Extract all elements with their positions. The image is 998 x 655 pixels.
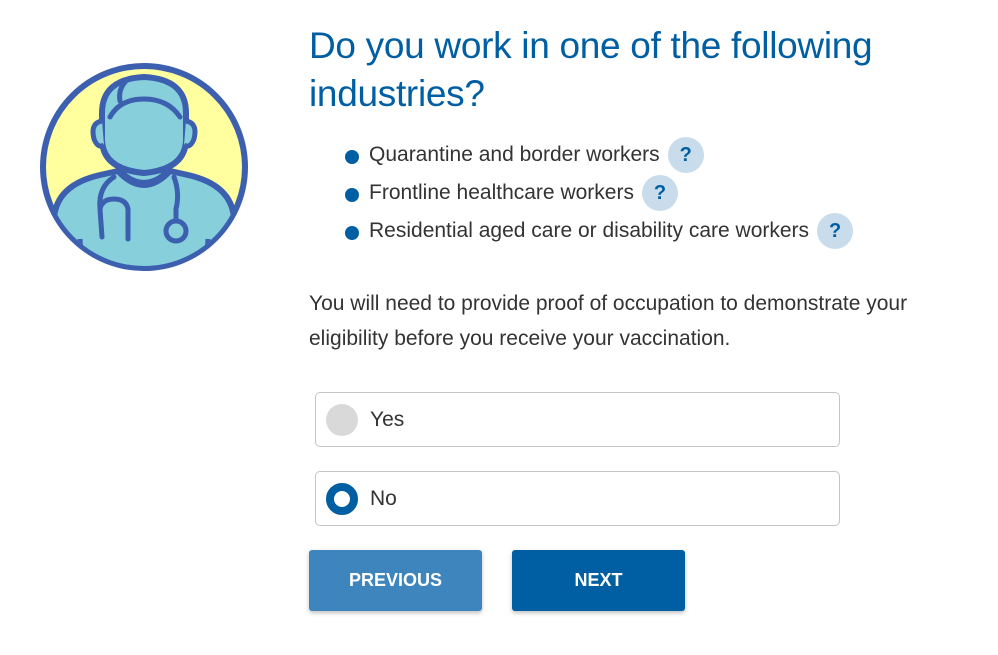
radio-no[interactable] xyxy=(326,482,358,515)
question-title: Do you work in one of the following indu… xyxy=(309,25,873,114)
answer-options: Yes No xyxy=(315,392,969,526)
bullet-icon xyxy=(345,150,359,164)
navigation-buttons: PREVIOUS NEXT xyxy=(309,550,969,611)
industry-label: Residential aged care or disability care… xyxy=(369,219,810,242)
option-no-label: No xyxy=(370,486,397,510)
page: Do you work in one of the following indu… xyxy=(0,0,998,655)
option-yes-label: Yes xyxy=(370,407,405,431)
bullet-icon xyxy=(345,226,359,240)
option-no[interactable]: No xyxy=(315,471,840,526)
industry-item-frontline: Frontline healthcare workers ? xyxy=(345,174,969,212)
industry-label: Frontline healthcare workers xyxy=(369,181,634,204)
previous-button[interactable]: PREVIOUS xyxy=(309,550,482,611)
bullet-icon xyxy=(345,188,359,202)
next-button[interactable]: NEXT xyxy=(512,550,685,611)
option-yes[interactable]: Yes xyxy=(315,392,840,447)
eligibility-notice: You will need to provide proof of occupa… xyxy=(309,292,908,350)
help-icon[interactable]: ? xyxy=(641,175,678,211)
industry-item-aged-care: Residential aged care or disability care… xyxy=(345,212,969,250)
industry-label: Quarantine and border workers xyxy=(369,143,660,166)
help-icon[interactable]: ? xyxy=(817,213,854,249)
question-panel: Do you work in one of the following indu… xyxy=(309,22,969,611)
industry-list: Quarantine and border workers ? Frontlin… xyxy=(309,136,969,250)
healthcare-worker-icon xyxy=(40,59,248,273)
radio-yes[interactable] xyxy=(326,403,358,436)
industry-item-quarantine: Quarantine and border workers ? xyxy=(345,136,969,174)
help-icon[interactable]: ? xyxy=(667,137,704,173)
